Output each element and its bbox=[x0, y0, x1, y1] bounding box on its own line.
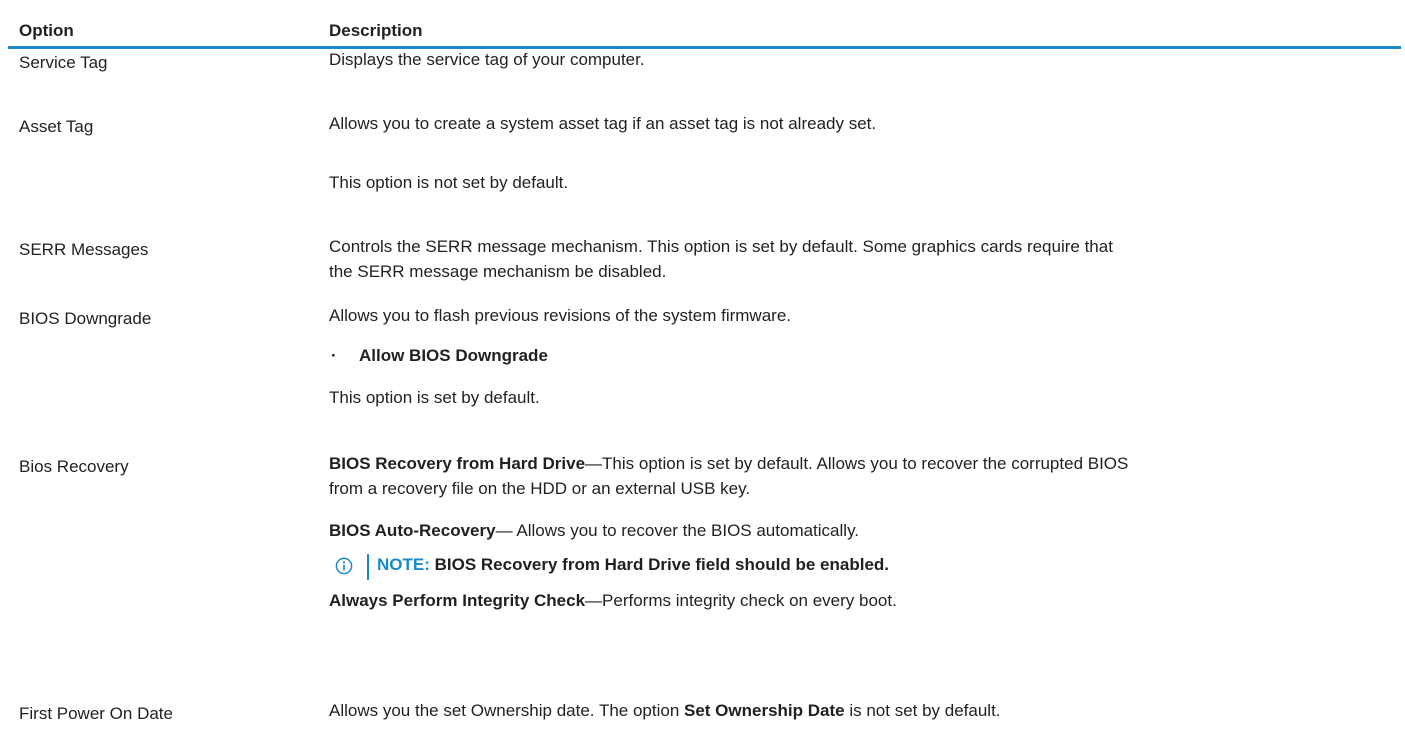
description-text: Allows you the set Ownership date. The o… bbox=[329, 699, 1389, 723]
bullet-text: Allow BIOS Downgrade bbox=[359, 346, 548, 365]
option-name: SERR Messages bbox=[19, 240, 149, 259]
note-divider bbox=[367, 554, 369, 580]
description-start: Allows you the set Ownership date. The o… bbox=[329, 701, 684, 720]
description-text: the SERR message mechanism be disabled. bbox=[329, 262, 667, 281]
description-text: Allows you to create a system asset tag … bbox=[329, 114, 877, 133]
bold-term: BIOS Auto-Recovery bbox=[329, 521, 496, 540]
bold-term: Always Perform Integrity Check bbox=[329, 591, 586, 610]
description-text: BIOS Auto-Recovery— Allows you to recove… bbox=[329, 519, 1389, 543]
option-name: Service Tag bbox=[19, 53, 108, 72]
bullet-item: · Allow BIOS Downgrade bbox=[329, 344, 1389, 368]
description-text: This option is not set by default. bbox=[329, 173, 569, 192]
note-body: BIOS Recovery from Hard Drive field shou… bbox=[429, 555, 890, 574]
note-label: NOTE: bbox=[377, 555, 430, 574]
note-callout: NOTE: BIOS Recovery from Hard Drive fiel… bbox=[333, 554, 1333, 584]
description-text: Controls the SERR message mechanism. Thi… bbox=[329, 237, 1113, 256]
option-name: BIOS Downgrade bbox=[19, 309, 152, 328]
note-text: NOTE: BIOS Recovery from Hard Drive fiel… bbox=[377, 555, 889, 575]
description-rest: — Allows you to recover the BIOS automat… bbox=[495, 521, 860, 540]
description-text: Displays the service tag of your compute… bbox=[329, 50, 645, 69]
bullet-marker: · bbox=[331, 346, 337, 365]
table-header: Option Description bbox=[8, 0, 1401, 49]
description-text: Allows you to flash previous revisions o… bbox=[329, 306, 792, 325]
description-end: is not set by default. bbox=[844, 701, 1001, 720]
option-name: Bios Recovery bbox=[19, 457, 129, 476]
description-text: This option is set by default. bbox=[329, 388, 540, 407]
description-rest: —Performs integrity check on every boot. bbox=[585, 591, 897, 610]
header-option: Option bbox=[19, 21, 74, 40]
description-text: Always Perform Integrity Check—Performs … bbox=[329, 589, 1389, 613]
options-table: Option Description Service Tag Displays … bbox=[8, 0, 1401, 723]
header-description: Description bbox=[329, 21, 423, 40]
option-name: Asset Tag bbox=[19, 117, 94, 136]
option-name: First Power On Date bbox=[19, 704, 173, 723]
description-text: BIOS Recovery from Hard Drive—This optio… bbox=[329, 452, 1389, 476]
description-text: from a recovery file on the HDD or an ex… bbox=[329, 479, 751, 498]
info-circle-icon bbox=[335, 557, 353, 575]
bold-term: Set Ownership Date bbox=[684, 701, 845, 720]
bold-term: BIOS Recovery from Hard Drive bbox=[329, 454, 586, 473]
description-rest: —This option is set by default. Allows y… bbox=[585, 454, 1129, 473]
